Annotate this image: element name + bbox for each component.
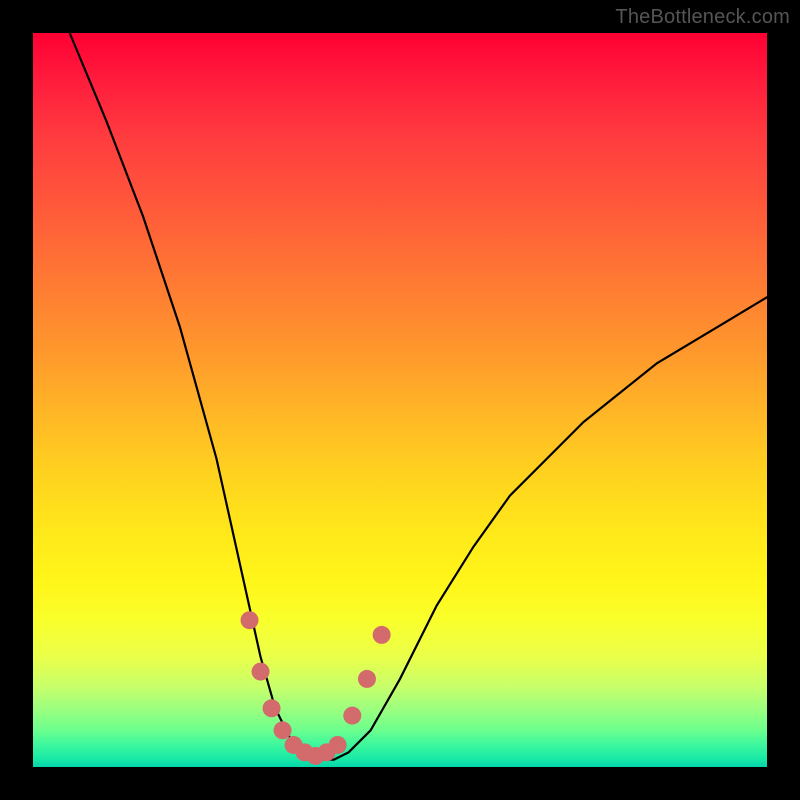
highlight-dot <box>329 736 347 754</box>
watermark-text: TheBottleneck.com <box>615 6 790 29</box>
chart-plot-area <box>33 33 767 767</box>
chart-frame: TheBottleneck.com <box>0 0 800 800</box>
bottleneck-curve <box>70 33 767 760</box>
highlight-dot <box>263 699 281 717</box>
highlight-dot <box>274 721 292 739</box>
highlight-dot <box>252 663 270 681</box>
highlight-dot <box>241 611 259 629</box>
highlight-dot <box>343 707 361 725</box>
highlight-dot <box>373 626 391 644</box>
curve-layer <box>33 33 767 767</box>
highlight-dot <box>358 670 376 688</box>
highlight-dots <box>241 611 391 765</box>
